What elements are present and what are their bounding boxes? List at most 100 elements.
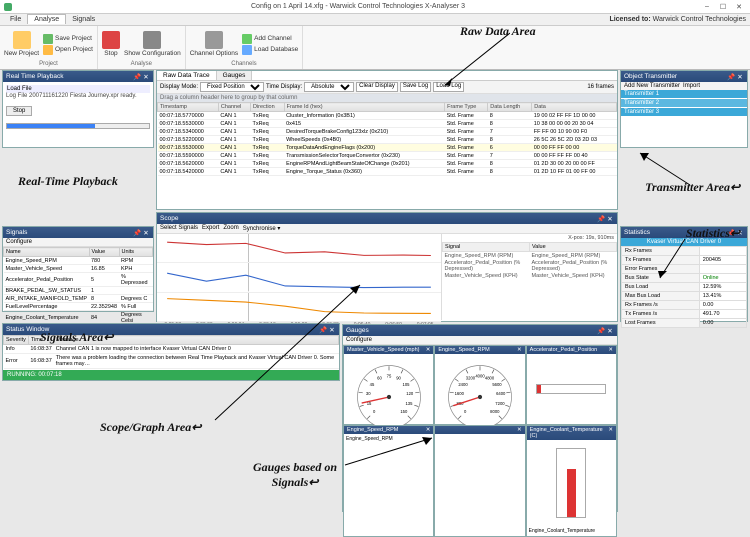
pin-icon[interactable]: 📌 — [319, 326, 327, 334]
show-configuration-button[interactable]: Show Configuration — [124, 31, 181, 57]
new-project-button[interactable]: New Project — [4, 31, 39, 57]
gauge-cell[interactable]: Accelerator_Pedal_Position✕ — [526, 345, 617, 425]
close-icon[interactable]: ✕ — [736, 229, 744, 237]
column-header[interactable]: Value — [89, 248, 119, 257]
table-row[interactable]: FuelLevelPercentage22.352948% Full — [4, 303, 153, 311]
table-row[interactable]: Engine_Speed_RPM780RPM — [4, 257, 153, 265]
close-icon[interactable]: ✕ — [426, 427, 431, 433]
column-header[interactable]: Name — [4, 248, 90, 257]
pin-icon[interactable]: 📌 — [133, 229, 141, 237]
column-header[interactable]: Timestamp — [158, 103, 219, 112]
close-icon[interactable]: ✕ — [517, 347, 522, 353]
scope-toolbar-export[interactable]: Export — [202, 225, 219, 232]
close-icon[interactable]: ✕ — [426, 347, 431, 353]
add-transmitter-button[interactable]: Add New Transmitter — [624, 83, 680, 89]
pin-icon[interactable]: 📌 — [597, 327, 605, 335]
column-header[interactable]: Frame Id (hex) — [284, 103, 445, 112]
minimize-button[interactable]: – — [700, 2, 714, 12]
stop-button[interactable]: Stop — [6, 106, 32, 116]
load-database-button[interactable]: Load Database — [242, 45, 298, 55]
clear-display-button[interactable]: Clear Display — [356, 82, 398, 92]
column-header[interactable]: Message — [54, 336, 339, 345]
table-row[interactable]: 00:07:18.5770000CAN 1TxReqCluster_Inform… — [158, 112, 617, 120]
group-hint[interactable]: Drag a column header here to group by th… — [157, 94, 617, 102]
pin-icon[interactable]: 📌 — [727, 229, 735, 237]
table-row[interactable]: 00:07:18.5340000CAN 1TxReqDesiredTorqueB… — [158, 128, 617, 136]
open-project-button[interactable]: Open Project — [43, 45, 93, 55]
close-icon[interactable]: ✕ — [608, 427, 613, 439]
transmitter-item[interactable]: Transmitter 2 — [621, 99, 747, 108]
column-header[interactable]: Time — [28, 336, 53, 345]
channel-options-button[interactable]: Channel Options — [190, 31, 238, 57]
close-icon[interactable]: ✕ — [606, 215, 614, 223]
signals-configure-button[interactable]: Configure — [3, 238, 153, 247]
gauge-cell[interactable]: Engine_Coolant_Temperature (C)✕Engine_Co… — [526, 425, 617, 537]
table-row[interactable]: 00:07:18.5620000CAN 1TxReqEngineRPMAndLi… — [158, 160, 617, 168]
close-button[interactable]: ✕ — [732, 2, 746, 12]
column-header[interactable]: Frame Type — [445, 103, 488, 112]
table-row[interactable]: Info16:08:37Channel CAN 1 is now mapped … — [4, 345, 339, 354]
menu-tab-analyse[interactable]: Analyse — [27, 14, 66, 24]
save-log-button[interactable]: Save Log — [400, 82, 431, 92]
table-cell: 16:08:37 — [28, 354, 53, 369]
table-cell — [119, 287, 153, 295]
scope-chart-1[interactable] — [157, 263, 441, 292]
tab-gauges[interactable]: Gauges — [217, 71, 253, 80]
table-row[interactable]: 00:07:18.5590000CAN 1TxReqTransmissionSe… — [158, 152, 617, 160]
close-icon[interactable]: ✕ — [736, 73, 744, 81]
legend-row[interactable]: Engine_Speed_RPM (RPM)Engine_Speed_RPM (… — [443, 252, 617, 260]
transmitter-item[interactable]: Transmitter 3 — [621, 108, 747, 117]
load-log-button[interactable]: Load Log — [433, 82, 464, 92]
playback-progress[interactable] — [6, 123, 150, 129]
display-mode-select[interactable]: Fixed Position — [200, 82, 264, 92]
table-row[interactable]: BRAKE_PEDAL_SW_STATUS1 — [4, 287, 153, 295]
column-header[interactable]: Units — [119, 248, 153, 257]
gauge-cell[interactable]: Master_Vehicle_Speed (mph)✕0153045607590… — [343, 345, 434, 425]
import-button[interactable]: Import — [683, 83, 700, 89]
table-row[interactable]: Error16:08:37There was a problem loading… — [4, 354, 339, 369]
table-row[interactable]: Master_Vehicle_Speed16.85KPH — [4, 265, 153, 273]
transmitter-item[interactable]: Transmitter 1 — [621, 90, 747, 99]
display-mode-label: Display Mode: — [160, 84, 198, 90]
menu-tab-signals[interactable]: Signals — [66, 15, 101, 24]
tab-raw-data-trace[interactable]: Raw Data Trace — [157, 71, 217, 80]
pin-icon[interactable]: 📌 — [133, 73, 141, 81]
stop-button[interactable]: Stop — [102, 31, 120, 57]
close-icon[interactable]: ✕ — [517, 427, 522, 433]
table-row[interactable]: Accelerator_Pedal_Position5% Depressed — [4, 273, 153, 287]
close-icon[interactable]: ✕ — [328, 326, 336, 334]
table-row[interactable]: 00:07:18.5220000CAN 1TxReqWheelSpeeds (0… — [158, 136, 617, 144]
menu-tab-file[interactable]: File — [4, 15, 27, 24]
gauges-configure-button[interactable]: Configure — [343, 336, 617, 345]
gauge-title: Engine_Coolant_Temperature (C) — [530, 427, 609, 439]
legend-row[interactable]: Master_Vehicle_Speed (KPH)Master_Vehicle… — [443, 272, 617, 279]
close-icon[interactable]: ✕ — [142, 73, 150, 81]
close-icon[interactable]: ✕ — [606, 327, 614, 335]
gauge-cell[interactable]: Engine_Speed_RPM✕Engine_Speed_RPM — [343, 425, 434, 537]
table-row[interactable]: 00:07:18.5420000CAN 1TxReqEngine_Torque_… — [158, 168, 617, 176]
scope-chart-2[interactable] — [157, 293, 441, 322]
close-icon[interactable]: ✕ — [142, 229, 150, 237]
table-row[interactable]: 00:07:18.5530000CAN 1TxReqTorqueDataAndE… — [158, 144, 617, 152]
scope-chart-0[interactable] — [157, 234, 441, 263]
pin-icon[interactable]: 📌 — [597, 215, 605, 223]
scope-toolbar-select[interactable]: Select Signals — [160, 225, 198, 232]
add-channel-button[interactable]: Add Channel — [242, 34, 298, 44]
close-icon[interactable]: ✕ — [608, 347, 613, 353]
column-header[interactable]: Data — [532, 103, 617, 112]
scope-toolbar-zoom[interactable]: Zoom — [223, 225, 238, 232]
gauge-cell[interactable]: ✕ — [434, 425, 525, 537]
column-header[interactable]: Channel — [218, 103, 250, 112]
maximize-button[interactable]: ☐ — [716, 2, 730, 12]
scope-toolbar-synchronise[interactable]: Synchronise ▾ — [243, 225, 281, 232]
column-header[interactable]: Direction — [250, 103, 284, 112]
time-display-select[interactable]: Absolute — [304, 82, 354, 92]
column-header[interactable]: Severity — [4, 336, 29, 345]
table-row[interactable]: AIR_INTAKE_MANIFOLD_TEMP8Degrees C — [4, 295, 153, 303]
gauge-cell[interactable]: Engine_Speed_RPM✕08001600240032004000480… — [434, 345, 525, 425]
legend-row[interactable]: Accelerator_Pedal_Position (% Depressed)… — [443, 259, 617, 272]
column-header[interactable]: Data Length — [488, 103, 532, 112]
pin-icon[interactable]: 📌 — [727, 73, 735, 81]
table-row[interactable]: 00:07:18.5530000CAN 1TxReq0x415Std. Fram… — [158, 120, 617, 128]
save-project-button[interactable]: Save Project — [43, 34, 93, 44]
